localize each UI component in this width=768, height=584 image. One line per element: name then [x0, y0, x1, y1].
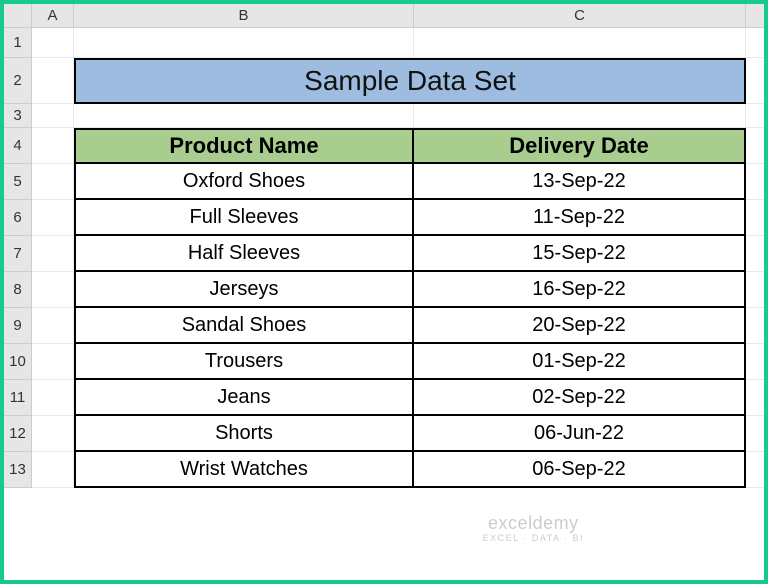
cell-product-2[interactable]: Half Sleeves [74, 236, 414, 272]
cell-product-6[interactable]: Jeans [74, 380, 414, 416]
cell-date-8[interactable]: 06-Sep-22 [414, 452, 746, 488]
cell-a13[interactable] [32, 452, 74, 488]
col-header-c[interactable]: C [414, 4, 746, 28]
app-frame: A B C 1 2 3 4 5 6 7 8 9 10 11 12 13 [0, 0, 768, 584]
cell-d4[interactable] [746, 128, 768, 164]
cell-a9[interactable] [32, 308, 74, 344]
spreadsheet-grid: A B C 1 2 3 4 5 6 7 8 9 10 11 12 13 [4, 4, 764, 580]
row-header-11[interactable]: 11 [4, 380, 32, 416]
cell-c3[interactable] [414, 104, 746, 128]
cell-a10[interactable] [32, 344, 74, 380]
cell-d5[interactable] [746, 164, 768, 200]
cell-b1[interactable] [74, 28, 414, 58]
cell-d9[interactable] [746, 308, 768, 344]
cell-a2[interactable] [32, 58, 74, 104]
col-header-a[interactable]: A [32, 4, 74, 28]
row-header-1[interactable]: 1 [4, 28, 32, 58]
row-header-2[interactable]: 2 [4, 58, 32, 104]
cell-d2[interactable] [746, 58, 768, 104]
cell-d12[interactable] [746, 416, 768, 452]
row-header-8[interactable]: 8 [4, 272, 32, 308]
cell-date-6[interactable]: 02-Sep-22 [414, 380, 746, 416]
cell-d10[interactable] [746, 344, 768, 380]
header-product-name[interactable]: Product Name [74, 128, 414, 164]
cell-a12[interactable] [32, 416, 74, 452]
row-header-13[interactable]: 13 [4, 452, 32, 488]
row-header-7[interactable]: 7 [4, 236, 32, 272]
cell-product-8[interactable]: Wrist Watches [74, 452, 414, 488]
cell-date-5[interactable]: 01-Sep-22 [414, 344, 746, 380]
select-all-corner[interactable] [4, 4, 32, 28]
cell-date-0[interactable]: 13-Sep-22 [414, 164, 746, 200]
row-header-5[interactable]: 5 [4, 164, 32, 200]
cell-product-3[interactable]: Jerseys [74, 272, 414, 308]
cell-a6[interactable] [32, 200, 74, 236]
cell-product-5[interactable]: Trousers [74, 344, 414, 380]
cell-a1[interactable] [32, 28, 74, 58]
cell-a8[interactable] [32, 272, 74, 308]
cell-d6[interactable] [746, 200, 768, 236]
row-header-12[interactable]: 12 [4, 416, 32, 452]
cell-a5[interactable] [32, 164, 74, 200]
row-header-6[interactable]: 6 [4, 200, 32, 236]
cell-d8[interactable] [746, 272, 768, 308]
cell-product-1[interactable]: Full Sleeves [74, 200, 414, 236]
cell-date-7[interactable]: 06-Jun-22 [414, 416, 746, 452]
row-header-9[interactable]: 9 [4, 308, 32, 344]
row-header-3[interactable]: 3 [4, 104, 32, 128]
col-header-b[interactable]: B [74, 4, 414, 28]
cell-product-4[interactable]: Sandal Shoes [74, 308, 414, 344]
cell-d13[interactable] [746, 452, 768, 488]
cell-product-0[interactable]: Oxford Shoes [74, 164, 414, 200]
cell-d11[interactable] [746, 380, 768, 416]
header-delivery-date[interactable]: Delivery Date [414, 128, 746, 164]
col-header-overflow [746, 4, 768, 28]
cell-product-7[interactable]: Shorts [74, 416, 414, 452]
title-cell[interactable]: Sample Data Set [74, 58, 746, 104]
cell-a11[interactable] [32, 380, 74, 416]
cell-date-1[interactable]: 11-Sep-22 [414, 200, 746, 236]
cell-a4[interactable] [32, 128, 74, 164]
cell-d7[interactable] [746, 236, 768, 272]
cell-d3[interactable] [746, 104, 768, 128]
cell-date-3[interactable]: 16-Sep-22 [414, 272, 746, 308]
row-header-4[interactable]: 4 [4, 128, 32, 164]
cell-a7[interactable] [32, 236, 74, 272]
cell-date-4[interactable]: 20-Sep-22 [414, 308, 746, 344]
cell-date-2[interactable]: 15-Sep-22 [414, 236, 746, 272]
cell-a3[interactable] [32, 104, 74, 128]
cell-b3[interactable] [74, 104, 414, 128]
row-header-10[interactable]: 10 [4, 344, 32, 380]
cell-c1[interactable] [414, 28, 746, 58]
cell-d1[interactable] [746, 28, 768, 58]
